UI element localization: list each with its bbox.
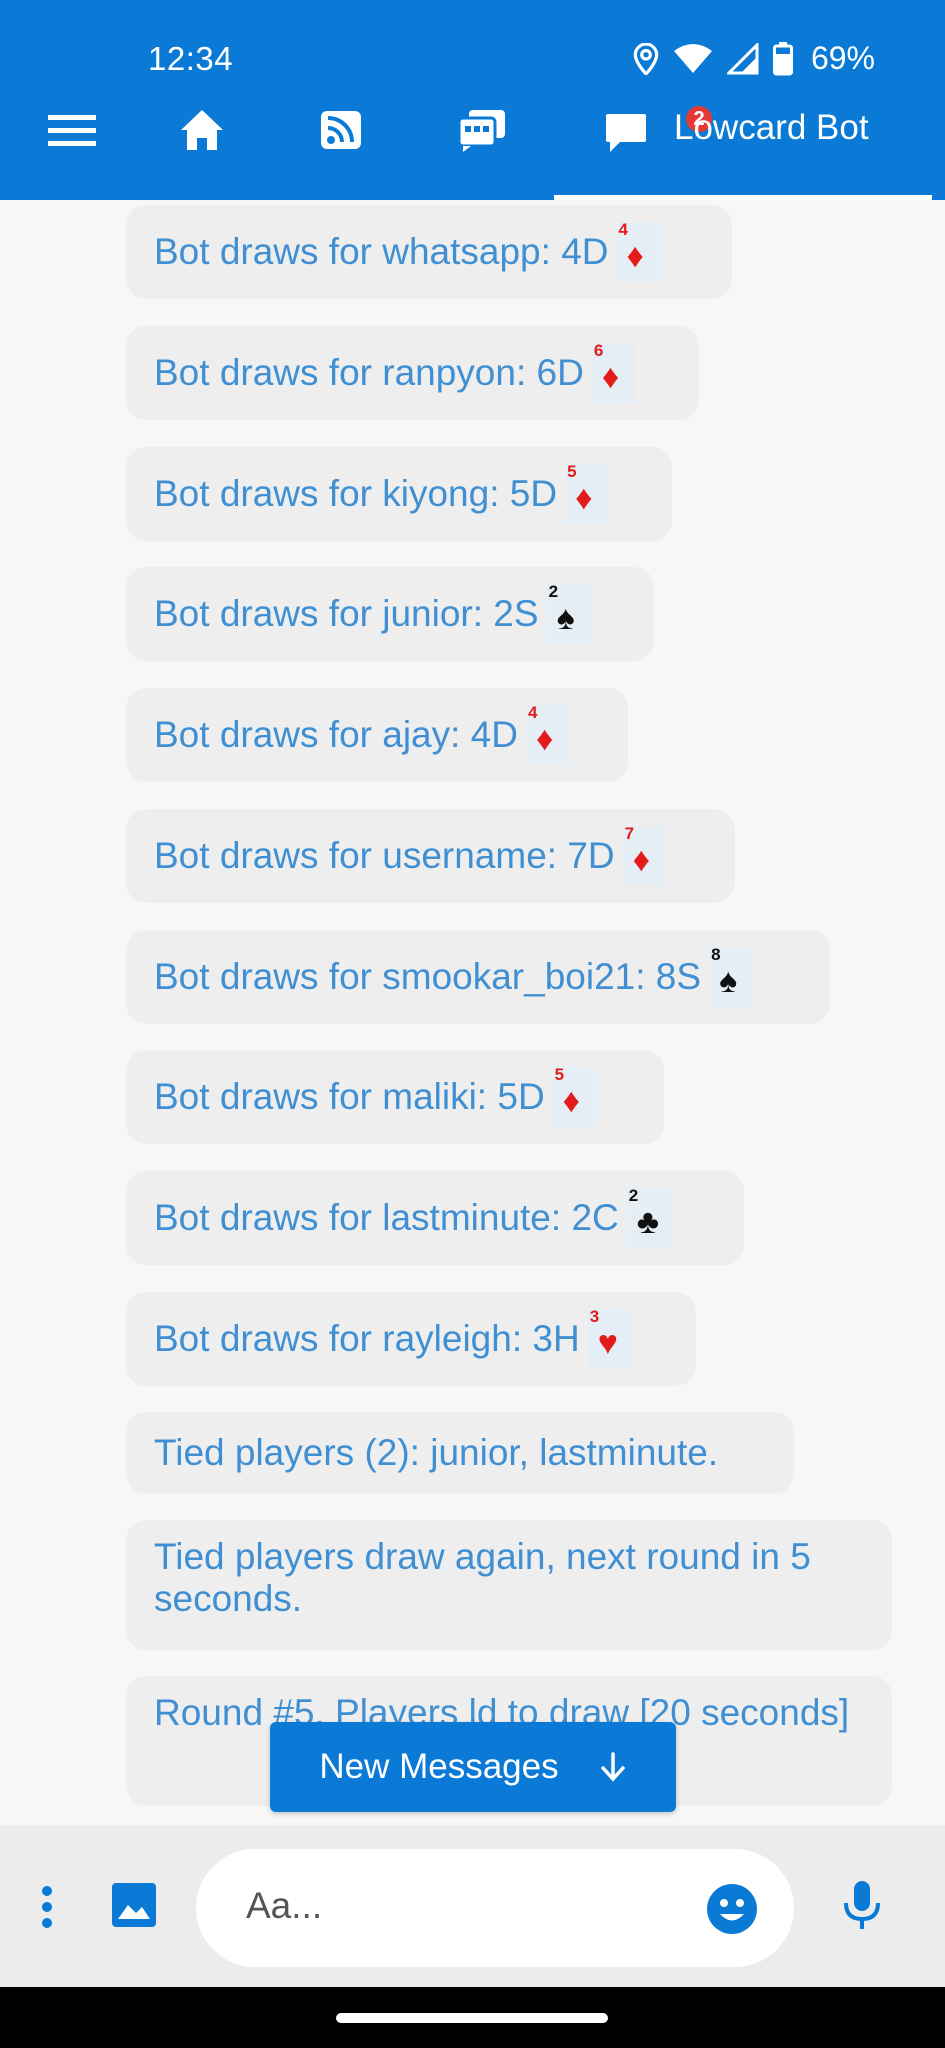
arrow-down-icon	[600, 1752, 625, 1782]
message-bubble: Bot draws for whatsapp: 4D 4 ♦	[126, 205, 732, 299]
diamond-suit-icon: ♦	[626, 237, 644, 275]
diamond-suit-icon: ♦	[601, 358, 620, 396]
image-icon	[112, 1883, 156, 1927]
heart-suit-icon: ♥	[597, 1324, 618, 1362]
more-vert-icon	[42, 1886, 52, 1928]
message-bubble: Bot draws for kiyong: 5D 5 ♦	[126, 447, 672, 541]
playing-card: 4 ♦	[525, 703, 570, 765]
message-list[interactable]: Bot draws for whatsapp: 4D 4 ♦ Bot draws …	[0, 200, 945, 1825]
voice-message-button[interactable]	[842, 1879, 882, 1936]
message-bubble: Tied players (2): junior, lastminute.	[126, 1412, 794, 1494]
chat-icon	[606, 114, 646, 152]
chat-tab-icon-wrap: 2	[604, 104, 714, 158]
status-time: 12:34	[148, 40, 234, 77]
club-suit-icon: ♣	[636, 1203, 660, 1241]
message-text: Bot draws for smookar_boi21: 8S	[154, 956, 702, 997]
playing-card: 4 ♦	[616, 220, 661, 282]
playing-card: 8 ♠	[709, 945, 754, 1007]
menu-button[interactable]	[44, 98, 100, 162]
location-icon	[633, 42, 659, 75]
message-input[interactable]	[246, 1885, 666, 1927]
diamond-suit-icon: ♦	[535, 720, 554, 758]
message-bubble: Bot draws for username: 7D 7 ♦	[126, 809, 735, 903]
message-bubble: Bot draws for ranpyon: 6D 6 ♦	[126, 326, 699, 420]
tab-lowcard-bot[interactable]: 2 Lowcard Bot	[554, 98, 932, 200]
playing-card: 2 ♠	[546, 582, 591, 644]
menu-icon	[48, 115, 96, 146]
new-messages-label: New Messages	[319, 1747, 559, 1786]
message-bubble: Bot draws for rayleigh: 3H 3 ♥	[126, 1292, 696, 1386]
playing-card: 5 ♦	[552, 1065, 597, 1127]
message-text: Bot draws for kiyong: 5D	[154, 473, 558, 514]
system-navigation-bar	[0, 1987, 945, 2048]
message-text: Bot draws for junior: 2S	[154, 593, 539, 634]
chatrooms-tab[interactable]	[456, 98, 508, 162]
tab-label: Lowcard Bot	[674, 108, 869, 147]
spade-suit-icon: ♠	[556, 599, 575, 637]
home-icon	[181, 110, 223, 150]
emoji-icon	[707, 1884, 757, 1934]
home-gesture-handle[interactable]	[336, 2013, 608, 2023]
message-text: Bot draws for rayleigh: 3H	[154, 1318, 580, 1359]
message-text: Bot draws for lastminute: 2C	[154, 1197, 619, 1238]
message-text: Tied players (2): junior, lastminute.	[154, 1432, 719, 1473]
message-bubble: Bot draws for junior: 2S 2 ♠	[126, 567, 654, 661]
composer-bar	[0, 1825, 945, 1987]
message-text: Bot draws for username: 7D	[154, 835, 615, 876]
spade-suit-icon: ♠	[719, 962, 738, 1000]
feed-tab[interactable]	[318, 98, 364, 162]
microphone-icon	[844, 1881, 880, 1929]
playing-card: 5 ♦	[565, 462, 610, 524]
app-header: 12:34 69% 2 Lowcard Bot	[0, 0, 945, 200]
chatrooms-icon	[457, 110, 505, 152]
home-tab[interactable]	[176, 98, 228, 162]
diamond-suit-icon: ♦	[562, 1082, 581, 1120]
message-text: Bot draws for ajay: 4D	[154, 714, 518, 755]
more-options-button[interactable]	[40, 1885, 54, 1934]
nav-bar: 2 Lowcard Bot	[0, 98, 945, 200]
playing-card: 6 ♦	[591, 341, 636, 403]
status-icons: 69%	[633, 40, 875, 77]
playing-card: 3 ♥	[587, 1307, 632, 1369]
wifi-icon	[673, 43, 713, 75]
diamond-suit-icon: ♦	[575, 479, 593, 517]
feed-icon	[321, 111, 361, 149]
message-bubble: Bot draws for maliki: 5D 5 ♦	[126, 1050, 664, 1144]
new-messages-button[interactable]: New Messages	[270, 1722, 676, 1812]
message-bubble: Tied players draw again, next round in 5…	[126, 1520, 892, 1650]
message-text: Bot draws for ranpyon: 6D	[154, 352, 584, 393]
message-bubble: Bot draws for smookar_boi21: 8S 8 ♠	[126, 930, 830, 1024]
battery-percentage: 69%	[810, 40, 875, 76]
message-input-container[interactable]	[196, 1849, 794, 1967]
emoji-button[interactable]	[706, 1883, 758, 1940]
message-text: Bot draws for maliki: 5D	[154, 1076, 545, 1117]
message-bubble: Bot draws for ajay: 4D 4 ♦	[126, 688, 628, 782]
message-text: Tied players draw again, next round in 5…	[154, 1536, 811, 1619]
playing-card: 7 ♦	[622, 824, 667, 886]
diamond-suit-icon: ♦	[632, 841, 650, 879]
message-bubble: Bot draws for lastminute: 2C 2 ♣	[126, 1171, 744, 1265]
attach-image-button[interactable]	[110, 1881, 158, 1934]
message-text: Bot draws for whatsapp: 4D	[154, 231, 609, 272]
playing-card: 2 ♣	[626, 1186, 671, 1248]
signal-icon	[726, 42, 759, 75]
battery-icon	[772, 41, 793, 76]
